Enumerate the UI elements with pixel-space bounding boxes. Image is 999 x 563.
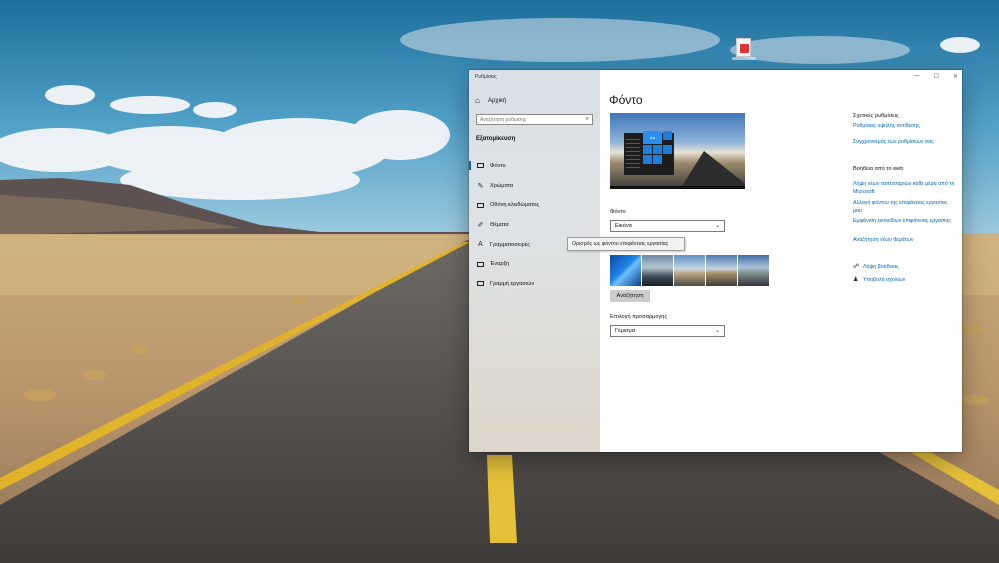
feedback-link[interactable]: ♟ Υποβολή σχολίων	[853, 276, 906, 284]
background-type-value: Εικόνα	[615, 223, 632, 229]
recent-image-thumb[interactable]	[674, 255, 705, 286]
page-title: Φόντο	[609, 93, 643, 107]
preview-tile	[643, 145, 652, 154]
search-input[interactable]	[480, 116, 580, 123]
sidebar-item-label: Θέματα	[490, 221, 509, 228]
preview-tile	[653, 145, 662, 154]
sidebar-item-start[interactable]: Έναρξη	[469, 254, 600, 274]
related-settings-heading: Σχετικές ρυθμίσεις	[853, 113, 899, 119]
change-background-link[interactable]: Αλλαγή φόντου της επιφάνειας εργασίας μο…	[853, 199, 957, 215]
sidebar-item-background[interactable]: Φόντο	[469, 156, 600, 176]
sidebar-item-colors[interactable]: ✎ Χρώματα	[469, 176, 600, 196]
settings-window: Ρυθμίσεις ⌂ Αρχική ⌕ Εξατομίκευση Φόντο …	[469, 70, 962, 452]
sidebar-item-themes[interactable]: ✐ Θέματα	[469, 215, 600, 235]
recent-image-thumb[interactable]	[642, 255, 673, 286]
sidebar-item-label: Οθόνη κλειδώματος	[490, 202, 540, 209]
web-help-heading: Βοήθεια από το web	[853, 166, 904, 172]
preview-road	[680, 151, 745, 189]
preview-tile	[653, 155, 662, 164]
feedback-icon: ♟	[853, 277, 859, 283]
recent-image-thumb[interactable]	[738, 255, 769, 286]
picture-icon	[476, 162, 485, 169]
background-type-select[interactable]: Εικόνα ⌄	[610, 220, 725, 232]
sidebar-item-label: Γραμμή εργασιών	[490, 280, 535, 287]
preview-taskbar	[610, 186, 745, 189]
recent-image-thumb[interactable]	[706, 255, 737, 286]
sidebar-item-label: Έναρξη	[490, 261, 510, 268]
tooltip: Ορισμός ως φόντου επιφάνειας εργασίας	[567, 237, 685, 251]
preview-start-list	[626, 139, 640, 169]
window-controls: — ☐ ✕	[914, 73, 958, 80]
preview-tile-text: Aa	[643, 131, 662, 144]
brush-icon: ✐	[477, 221, 484, 229]
preview-tile	[663, 145, 672, 154]
home-label: Αρχική	[488, 98, 507, 104]
start-icon	[476, 261, 485, 268]
find-themes-link[interactable]: Αναζήτηση νέων θεμάτων	[853, 236, 957, 244]
home-nav-item[interactable]: ⌂ Αρχική	[475, 95, 595, 107]
preview-tile	[663, 131, 672, 140]
home-icon: ⌂	[475, 96, 480, 105]
preview-tiles: Aa	[643, 131, 672, 164]
app-title: Ρυθμίσεις	[475, 74, 497, 80]
sidebar-item-label: Γραμματοσειρές	[490, 241, 530, 248]
document-badge-icon	[740, 44, 749, 53]
background-type-label: Φόντο	[610, 209, 626, 215]
close-button[interactable]: ✕	[953, 73, 958, 80]
chevron-down-icon: ⌄	[714, 223, 720, 229]
sidebar-item-lock-screen[interactable]: Οθόνη κλειδώματος	[469, 195, 600, 215]
desktop-file-icon[interactable]	[732, 38, 756, 62]
fit-value: Γέμισμα	[615, 328, 635, 334]
section-heading: Εξατομίκευση	[476, 136, 516, 142]
minimize-button[interactable]: —	[914, 73, 920, 80]
feedback-label: Υποβολή σχολίων	[863, 276, 906, 283]
fit-select[interactable]: Γέμισμα ⌄	[610, 325, 725, 337]
search-icon[interactable]: ⌕	[586, 116, 589, 123]
recent-image-thumb[interactable]	[610, 255, 641, 286]
desktop-icons-link[interactable]: Εμφάνιση εικονιδίων επιφάνειας εργασίας	[853, 217, 957, 225]
sidebar-item-label: Φόντο	[490, 162, 506, 169]
sidebar: Ρυθμίσεις ⌂ Αρχική ⌕ Εξατομίκευση Φόντο …	[469, 70, 600, 452]
font-icon: A	[478, 241, 483, 249]
sync-settings-link[interactable]: Συγχρονισμός των ρυθμίσεών σας	[853, 138, 957, 146]
lock-screen-icon	[476, 202, 485, 209]
sidebar-item-label: Χρώματα	[490, 182, 514, 189]
main-content: — ☐ ✕ Φόντο Aa Φόντο Εικόνα ⌄ Αναζήτηση …	[600, 70, 962, 452]
daily-wallpaper-link[interactable]: Λήψη νέων ταπετσαριών κάθε μέρα από τη M…	[853, 180, 957, 196]
desktop-icon-caption	[732, 57, 756, 60]
high-contrast-link[interactable]: Ρυθμίσεις υψηλής αντίθεσης	[853, 122, 957, 130]
get-help-link[interactable]: ☍ Λήψη βοήθειας	[853, 263, 899, 271]
get-help-label: Λήψη βοήθειας	[863, 263, 899, 270]
sidebar-item-taskbar[interactable]: Γραμμή εργασιών	[469, 274, 600, 294]
maximize-button[interactable]: ☐	[934, 73, 939, 80]
nav-list: Φόντο ✎ Χρώματα Οθόνη κλειδώματος ✐ Θέμα…	[469, 156, 600, 294]
browse-button[interactable]: Αναζήτηση	[610, 290, 650, 302]
palette-icon: ✎	[477, 182, 484, 190]
background-preview: Aa	[610, 113, 745, 189]
preview-tile	[643, 155, 652, 164]
taskbar-icon	[476, 280, 485, 287]
chevron-down-icon: ⌄	[714, 328, 720, 334]
help-chat-icon: ☍	[853, 264, 860, 270]
fit-label: Επιλογή προσαρμογής	[610, 314, 668, 320]
recent-images	[610, 255, 769, 286]
search-box[interactable]: ⌕	[476, 114, 593, 125]
